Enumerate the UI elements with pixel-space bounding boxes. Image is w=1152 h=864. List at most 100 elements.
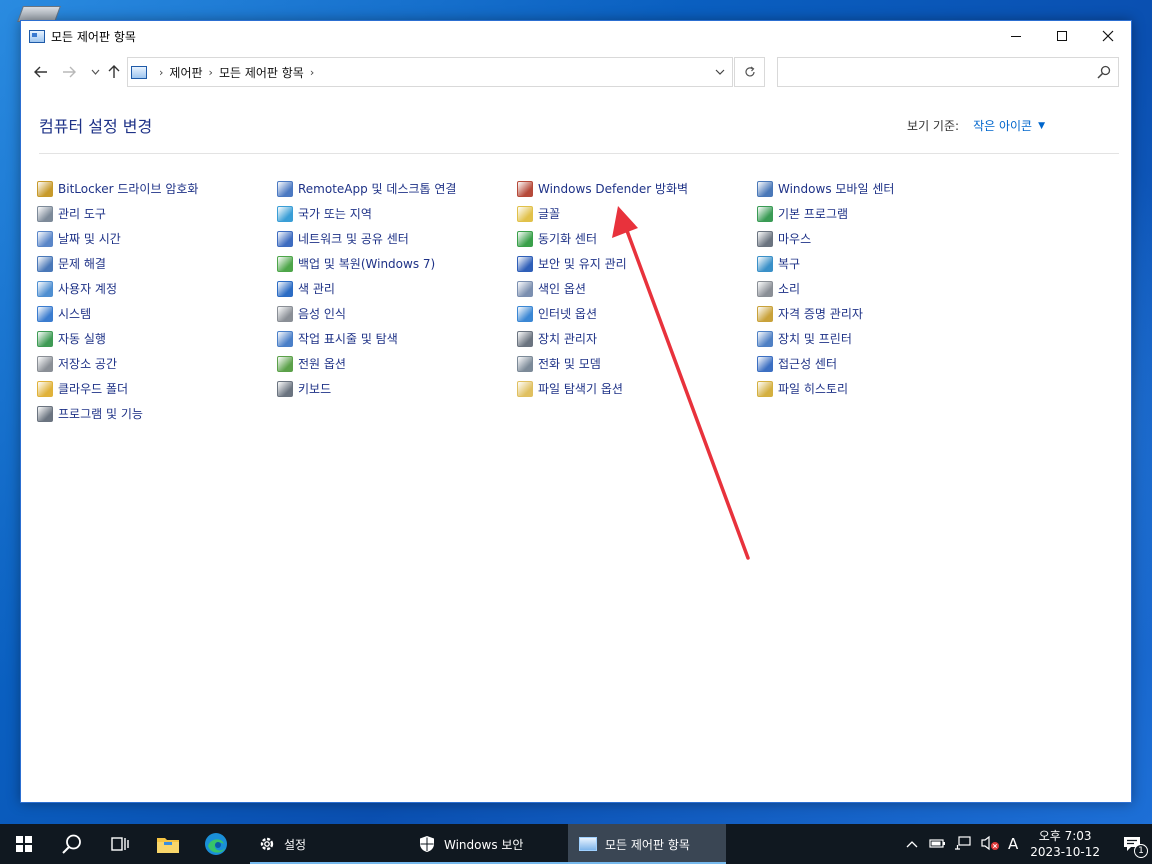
breadcrumb-separator[interactable]: › bbox=[209, 66, 213, 79]
control-panel-item-label: 전화 및 모뎀 bbox=[538, 357, 601, 371]
up-button[interactable] bbox=[104, 59, 124, 85]
control-panel-item[interactable]: 작업 표시줄 및 탐색 bbox=[277, 329, 398, 349]
task-view-button[interactable] bbox=[96, 824, 144, 864]
control-panel-item[interactable]: 저장소 공간 bbox=[37, 354, 117, 374]
control-panel-item-label: 기본 프로그램 bbox=[778, 207, 849, 221]
breadcrumb-separator[interactable]: › bbox=[310, 66, 314, 79]
file-explorer-button[interactable] bbox=[144, 824, 192, 864]
control-panel-item[interactable]: 파일 탐색기 옵션 bbox=[517, 379, 623, 399]
control-panel-item[interactable]: 마우스 bbox=[757, 229, 811, 249]
control-panel-item[interactable]: 복구 bbox=[757, 254, 800, 274]
control-panel-item-label: 파일 탐색기 옵션 bbox=[538, 382, 623, 396]
taskbar-app-windows-security[interactable]: Windows 보안 bbox=[410, 824, 568, 864]
control-panel-item[interactable]: 음성 인식 bbox=[277, 304, 346, 324]
minimize-button[interactable] bbox=[993, 21, 1039, 51]
control-panel-item[interactable]: 문제 해결 bbox=[37, 254, 106, 274]
input-method-indicator[interactable]: A bbox=[1008, 835, 1018, 853]
control-panel-item[interactable]: 전원 옵션 bbox=[277, 354, 346, 374]
show-hidden-icons-button[interactable] bbox=[906, 837, 918, 851]
control-panel-item[interactable]: 기본 프로그램 bbox=[757, 204, 848, 224]
control-panel-item[interactable]: 인터넷 옵션 bbox=[517, 304, 597, 324]
back-button[interactable] bbox=[31, 59, 51, 85]
backup-icon bbox=[277, 256, 293, 272]
control-panel-item[interactable]: 클라우드 폴더 bbox=[37, 379, 128, 399]
close-button[interactable] bbox=[1085, 21, 1131, 51]
clock-icon bbox=[37, 231, 53, 247]
battery-icon bbox=[929, 838, 945, 848]
control-panel-item-label: 저장소 공간 bbox=[58, 357, 118, 371]
recent-locations-button[interactable] bbox=[85, 59, 105, 85]
navigation-bar: › 제어판 › 모든 제어판 항목 › bbox=[21, 55, 1131, 89]
network-tray-button[interactable] bbox=[954, 835, 972, 854]
action-center-button[interactable]: 1 bbox=[1112, 824, 1152, 864]
breadcrumb-all-items[interactable]: 모든 제어판 항목 bbox=[219, 64, 304, 81]
control-panel-item[interactable]: 자격 증명 관리자 bbox=[757, 304, 863, 324]
control-panel-item[interactable]: 보안 및 유지 관리 bbox=[517, 254, 627, 274]
title-bar[interactable]: 모든 제어판 항목 bbox=[21, 21, 1131, 51]
control-panel-item[interactable]: 장치 및 프린터 bbox=[757, 329, 852, 349]
control-panel-item[interactable]: 소리 bbox=[757, 279, 800, 299]
volume-tray-button[interactable] bbox=[980, 835, 1000, 854]
search-input[interactable] bbox=[784, 59, 1084, 85]
control-panel-item[interactable]: Windows 모바일 센터 bbox=[757, 179, 894, 199]
control-panel-item-label: 자격 증명 관리자 bbox=[778, 307, 863, 321]
control-panel-item-label: 장치 및 프린터 bbox=[778, 332, 852, 346]
color-icon bbox=[277, 281, 293, 297]
control-panel-item[interactable]: 국가 또는 지역 bbox=[277, 204, 372, 224]
page-title: 컴퓨터 설정 변경 bbox=[39, 117, 153, 136]
control-panel-item[interactable]: 동기화 센터 bbox=[517, 229, 597, 249]
search-box[interactable] bbox=[777, 57, 1119, 87]
battery-tray-button[interactable] bbox=[928, 837, 946, 852]
forward-button[interactable] bbox=[59, 59, 79, 85]
chevron-down-icon[interactable]: ▼ bbox=[1038, 121, 1045, 131]
search-button[interactable] bbox=[48, 824, 96, 864]
lock-key-icon bbox=[37, 181, 53, 197]
control-panel-item[interactable]: 백업 및 복원(Windows 7) bbox=[277, 254, 435, 274]
control-panel-item-label: 색 관리 bbox=[298, 282, 335, 296]
control-panel-item[interactable]: BitLocker 드라이브 암호화 bbox=[37, 179, 198, 199]
control-panel-item[interactable]: 시스템 bbox=[37, 304, 91, 324]
control-panel-item[interactable]: 네트워크 및 공유 센터 bbox=[277, 229, 409, 249]
view-by-label: 보기 기준: bbox=[907, 119, 960, 133]
users-icon bbox=[37, 281, 53, 297]
folder-icon bbox=[157, 838, 179, 853]
control-panel-item-label: 전원 옵션 bbox=[298, 357, 346, 371]
control-panel-item[interactable]: 관리 도구 bbox=[37, 204, 106, 224]
control-panel-item[interactable]: 글꼴 bbox=[517, 204, 560, 224]
control-panel-item[interactable]: Windows Defender 방화벽 bbox=[517, 179, 688, 199]
control-panel-item[interactable]: 사용자 계정 bbox=[37, 279, 117, 299]
search-icon bbox=[62, 834, 81, 854]
control-panel-item[interactable]: 전화 및 모뎀 bbox=[517, 354, 601, 374]
control-panel-item[interactable]: 키보드 bbox=[277, 379, 331, 399]
control-panel-item-label: 사용자 계정 bbox=[58, 282, 118, 296]
control-panel-item-label: 자동 실행 bbox=[58, 332, 106, 346]
address-bar[interactable]: › 제어판 › 모든 제어판 항목 › bbox=[127, 57, 733, 87]
taskbar-app-control-panel[interactable]: 모든 제어판 항목 bbox=[568, 824, 726, 864]
edge-button[interactable] bbox=[192, 824, 240, 864]
control-panel-item[interactable]: 파일 히스토리 bbox=[757, 379, 848, 399]
system-tray: A 오후 7:03 2023-10-12 1 bbox=[906, 824, 1152, 864]
control-panel-item-label: 마우스 bbox=[778, 232, 812, 246]
control-panel-item[interactable]: 색 관리 bbox=[277, 279, 335, 299]
control-panel-item[interactable]: 장치 관리자 bbox=[517, 329, 597, 349]
monitor-icon bbox=[37, 306, 53, 322]
control-panel-item-label: RemoteApp 및 데스크톱 연결 bbox=[298, 182, 457, 196]
breadcrumb-control-panel[interactable]: 제어판 bbox=[169, 64, 202, 81]
taskbar-app-settings[interactable]: 설정 bbox=[250, 824, 410, 864]
view-by-dropdown[interactable]: 작은 아이콘 bbox=[973, 117, 1032, 134]
refresh-button[interactable] bbox=[734, 57, 765, 87]
control-panel-item[interactable]: 자동 실행 bbox=[37, 329, 106, 349]
control-panel-item[interactable]: 색인 옵션 bbox=[517, 279, 586, 299]
breadcrumb-separator[interactable]: › bbox=[159, 66, 163, 79]
control-panel-item[interactable]: 프로그램 및 기능 bbox=[37, 404, 143, 424]
maximize-button[interactable] bbox=[1039, 21, 1085, 51]
search-icon[interactable] bbox=[1096, 64, 1112, 80]
control-panel-item[interactable]: RemoteApp 및 데스크톱 연결 bbox=[277, 179, 456, 199]
clock[interactable]: 오후 7:03 2023-10-12 bbox=[1030, 828, 1100, 860]
start-button[interactable] bbox=[0, 824, 48, 864]
address-dropdown-button[interactable] bbox=[708, 58, 732, 86]
control-panel-item[interactable]: 날짜 및 시간 bbox=[37, 229, 121, 249]
chevron-up-icon bbox=[906, 841, 918, 848]
control-panel-item[interactable]: 접근성 센터 bbox=[757, 354, 837, 374]
firewall-icon bbox=[517, 181, 533, 197]
